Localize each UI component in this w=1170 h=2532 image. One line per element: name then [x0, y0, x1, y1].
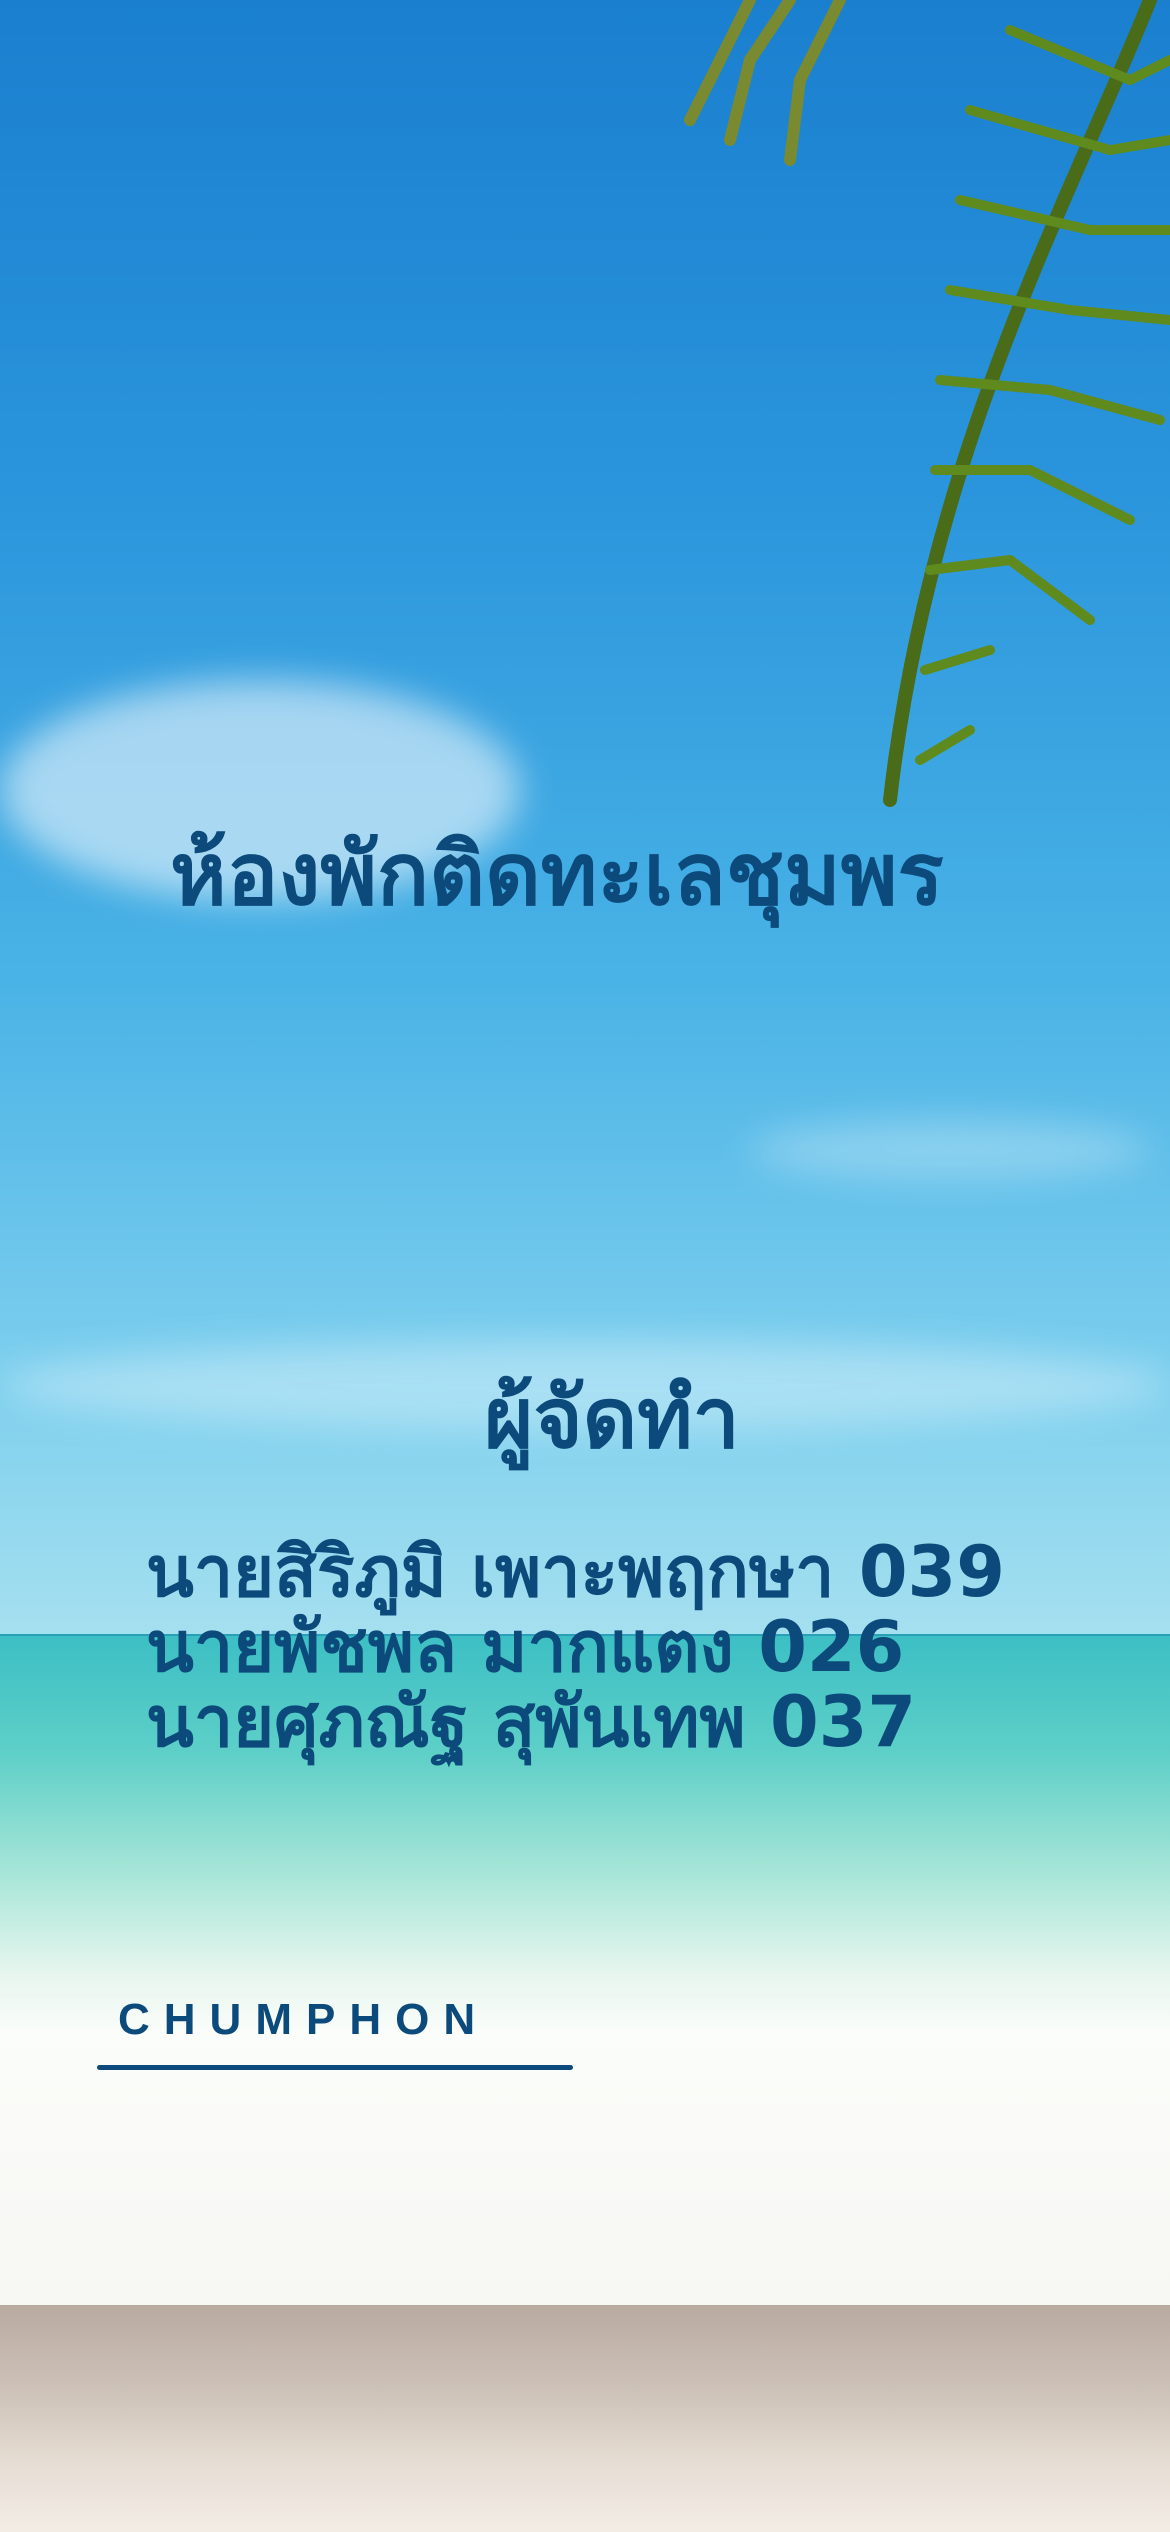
page-title: ห้องพักติดทะเลชุมพร — [170, 825, 944, 925]
divider — [97, 2065, 573, 2070]
palm-leaf-icon — [684, 0, 1170, 807]
makers-heading: ผู้จัดทำ — [484, 1369, 740, 1467]
beach-background — [0, 2030, 1170, 2306]
maker-name: นายสิริภูมิ เพาะพฤกษา 039 — [146, 1531, 1005, 1613]
brand-label: CHUMPHON — [118, 1995, 490, 2044]
maker-name: นายพัชพล มากแตง 026 — [146, 1606, 905, 1688]
cloud — [750, 1120, 1150, 1180]
sand-background — [0, 2305, 1170, 2532]
maker-name: นายศุภณัฐ สุพันเทพ 037 — [146, 1681, 917, 1763]
